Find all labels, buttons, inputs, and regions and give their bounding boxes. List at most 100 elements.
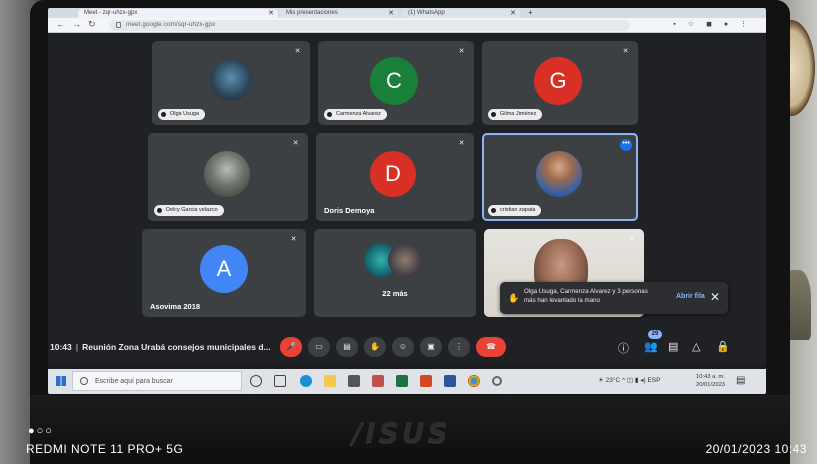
taskbar-clock[interactable]: 10:43 a. m. 20/01/2023: [696, 373, 725, 389]
more-options-button[interactable]: ⋮: [448, 337, 470, 357]
taskbar-search-input[interactable]: Escribe aquí para buscar: [72, 371, 242, 391]
notifications-icon[interactable]: ▤: [736, 375, 745, 386]
settings-gear-icon[interactable]: [492, 376, 502, 386]
participant-photo: [204, 151, 250, 197]
participant-tile-active[interactable]: ••• cristian zapata: [482, 133, 638, 221]
participant-name-chip: Gilma Jiménez: [488, 109, 543, 120]
chrome-icon[interactable]: [468, 375, 480, 387]
asus-logo: /ISUS: [352, 416, 451, 449]
participant-name-chip: Olga Usuga: [158, 109, 206, 120]
participant-name-chip: cristian zapata: [488, 205, 542, 216]
search-icon: [80, 377, 88, 385]
browser-toolbar: ← → ↻ meet.google.com/sqr-uhzx-gpx ▪ ☆ ◼…: [48, 18, 766, 33]
browser-extension-icons[interactable]: ▪ ☆ ◼ ● ⋮: [673, 20, 752, 28]
reactions-button[interactable]: ☺: [392, 337, 414, 357]
close-icon[interactable]: ✕: [268, 9, 274, 17]
mic-off-icon: ✕: [290, 236, 297, 243]
open-queue-button[interactable]: Abrir fila: [676, 293, 705, 300]
tab-label: (1) WhatsApp: [408, 10, 445, 16]
pin-icon: [327, 112, 332, 117]
close-icon[interactable]: ✕: [710, 290, 720, 304]
participant-name: cristian zapata: [500, 207, 536, 213]
captions-button[interactable]: ▤: [336, 337, 358, 357]
participant-avatar: D: [370, 151, 416, 197]
meet-grid: ✕ Olga Usuga C ✕ Carmenza Alvarez G ✕ Gi…: [48, 33, 766, 363]
participant-name: Gilma Jiménez: [500, 111, 537, 117]
host-controls-icon[interactable]: 🔒: [716, 340, 730, 353]
network-icon[interactable]: ◫: [627, 377, 633, 384]
pin-icon: [491, 208, 496, 213]
volume-icon[interactable]: ◂): [640, 377, 645, 384]
close-icon[interactable]: ✕: [388, 9, 394, 17]
tab-whatsapp[interactable]: (1) WhatsApp ✕: [402, 9, 520, 18]
meeting-time: 10:43: [50, 342, 72, 352]
language-indicator[interactable]: ESP: [647, 377, 660, 384]
raised-hands-toast: ✋ Olga Usuga, Carmenza Alvarez y 3 perso…: [500, 282, 728, 314]
toast-message: Olga Usuga, Carmenza Alvarez y 3 persona…: [524, 288, 648, 304]
participant-tile[interactable]: D ✕ Doris Demoya: [316, 133, 474, 221]
task-view-icon[interactable]: [274, 375, 286, 387]
raise-hand-button[interactable]: ✋: [364, 337, 386, 357]
present-button[interactable]: ▣: [420, 337, 442, 357]
camera-watermark-dots: ●○○: [28, 425, 54, 437]
participant-tile[interactable]: ✕ Olga Usuga: [152, 41, 310, 125]
mic-off-icon: ✕: [622, 48, 629, 55]
participant-tile[interactable]: C ✕ Carmenza Alvarez: [318, 41, 474, 125]
participant-name-chip: Carmenza Alvarez: [324, 109, 387, 120]
battery-icon[interactable]: ▮: [635, 377, 639, 384]
search-placeholder: Escribe aquí para buscar: [95, 378, 173, 385]
participant-tile[interactable]: G ✕ Gilma Jiménez: [482, 41, 638, 125]
participants-count-badge: 29: [648, 330, 662, 339]
system-tray: ☀ 23°C ^ ◫ ▮ ◂) ESP: [598, 376, 660, 384]
tab-meet[interactable]: Meet - zqr-uhzx-gpx ✕: [78, 9, 278, 18]
back-icon[interactable]: ←: [56, 19, 65, 29]
windows-taskbar: Escribe aquí para buscar ☀ 23°C ^ ◫ ▮ ◂)…: [48, 369, 766, 394]
close-icon[interactable]: ✕: [510, 9, 516, 17]
cortana-icon[interactable]: [250, 375, 262, 387]
more-options-icon[interactable]: •••: [620, 139, 632, 151]
clock-date: 20/01/2023: [696, 382, 726, 388]
edge-icon[interactable]: [300, 375, 312, 387]
new-tab-icon[interactable]: +: [528, 8, 533, 17]
file-explorer-icon[interactable]: [324, 375, 336, 387]
pin-icon: [491, 112, 496, 117]
forward-icon[interactable]: →: [72, 19, 81, 29]
mic-off-icon: ✕: [294, 48, 301, 55]
pdf-icon[interactable]: [372, 375, 384, 387]
participant-name: Olga Usuga: [170, 111, 200, 117]
windows-start-icon[interactable]: [56, 376, 66, 386]
activities-icon[interactable]: △: [692, 340, 700, 353]
participant-photo: [536, 151, 582, 197]
reload-icon[interactable]: ↻: [88, 19, 96, 30]
participant-name-chip: Delcy Garcia velazco: [154, 205, 224, 216]
mic-off-icon: ✕: [458, 48, 465, 55]
lock-icon: [116, 22, 121, 28]
laptop-screen: Meet - zqr-uhzx-gpx ✕ Mis presentaciones…: [48, 8, 766, 394]
camera-datetime-watermark: 20/01/2023 10:43: [705, 442, 807, 456]
powerpoint-icon[interactable]: [420, 375, 432, 387]
camera-toggle-button[interactable]: ▭: [308, 337, 330, 357]
participant-avatar: A: [200, 245, 248, 293]
participant-tile[interactable]: A ✕ Asovima 2018: [142, 229, 306, 317]
mic-off-icon: ✕: [458, 140, 465, 147]
tab-label: Mis presentaciones: [286, 10, 338, 16]
pin-icon: [157, 208, 162, 213]
chat-icon[interactable]: ▤: [668, 340, 678, 353]
weather-icon: ☀: [598, 377, 604, 384]
more-participants-label: 22 más: [382, 289, 408, 298]
tab-label: Meet - zqr-uhzx-gpx: [84, 10, 138, 16]
excel-icon[interactable]: [396, 375, 408, 387]
word-icon[interactable]: [444, 375, 456, 387]
tab-presentations[interactable]: Mis presentaciones ✕: [280, 9, 398, 18]
leave-call-button[interactable]: ☎: [476, 337, 506, 357]
mic-toggle-button[interactable]: 🎤: [280, 337, 302, 357]
participant-tile[interactable]: ✕ Delcy Garcia velazco: [148, 133, 308, 221]
people-icon[interactable]: 👥: [644, 340, 658, 353]
info-icon[interactable]: ⓘ: [618, 340, 629, 356]
mail-icon[interactable]: [348, 375, 360, 387]
address-bar[interactable]: meet.google.com/sqr-uhzx-gpx: [110, 20, 630, 31]
participant-overflow-tile[interactable]: 22 más: [314, 229, 476, 317]
participant-photo: [210, 59, 252, 101]
meeting-info: 10:43 | Reunión Zona Urabá consejos munici…: [50, 342, 271, 352]
pin-icon: [161, 112, 166, 117]
